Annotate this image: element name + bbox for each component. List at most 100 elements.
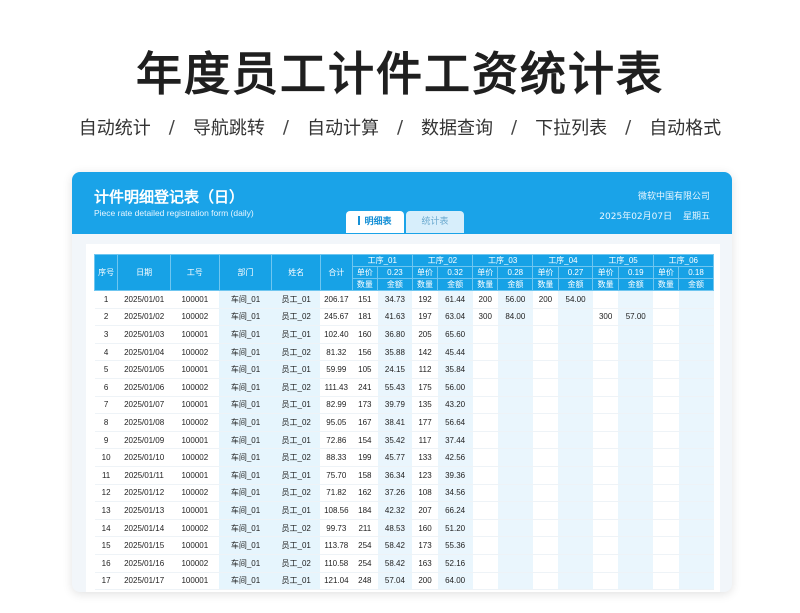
cell-qty[interactable] [532, 554, 559, 573]
cell-seq[interactable]: 16 [94, 554, 118, 573]
cell-amount[interactable]: 45.77 [377, 448, 413, 467]
cell-date[interactable]: 2025/01/12 [117, 484, 171, 503]
cell-amount[interactable] [678, 572, 714, 591]
cell-amount[interactable]: 35.42 [377, 431, 413, 450]
cell-qty[interactable]: 211 [352, 519, 378, 538]
table-row[interactable]: 17 2025/01/17 100001 车间_01 员工_01 121.04 248 57.… [94, 572, 714, 591]
cell-qty[interactable]: 300 [592, 308, 619, 327]
cell-amount[interactable]: 39.79 [377, 396, 413, 415]
cell-amount[interactable] [618, 431, 654, 450]
cell-amount[interactable] [678, 413, 714, 432]
cell-amount[interactable] [497, 360, 533, 379]
cell-amount[interactable]: 38.41 [377, 413, 413, 432]
cell-amount[interactable]: 42.56 [437, 448, 473, 467]
cell-qty[interactable] [592, 396, 619, 415]
cell-qty[interactable]: 135 [412, 396, 438, 415]
cell-name[interactable]: 员工_01 [271, 360, 321, 379]
cell-total[interactable]: 121.04 [320, 572, 353, 591]
cell-date[interactable]: 2025/01/08 [117, 413, 171, 432]
cell-amount[interactable] [618, 378, 654, 397]
cell-amount[interactable]: 64.00 [437, 572, 473, 591]
cell-amount[interactable] [558, 519, 593, 538]
cell-amount[interactable] [678, 360, 714, 379]
cell-date[interactable]: 2025/01/15 [117, 536, 171, 555]
cell-qty[interactable] [532, 413, 559, 432]
cell-qty[interactable] [532, 431, 559, 450]
cell-name[interactable]: 员工_01 [271, 501, 321, 520]
cell-name[interactable]: 员工_02 [271, 343, 321, 362]
cell-amount[interactable]: 24.15 [377, 360, 413, 379]
cell-qty[interactable] [532, 360, 559, 379]
table-row[interactable]: 7 2025/01/07 100001 车间_01 员工_01 82.99 173 39.79… [94, 396, 714, 415]
cell-qty[interactable] [472, 484, 498, 503]
cell-amount[interactable]: 58.42 [377, 536, 413, 555]
cell-amount[interactable] [497, 448, 533, 467]
cell-qty[interactable]: 123 [412, 466, 438, 485]
cell-amount[interactable]: 36.80 [377, 325, 413, 344]
cell-seq[interactable]: 8 [94, 413, 118, 432]
cell-seq[interactable]: 11 [94, 466, 118, 485]
cell-dept[interactable]: 车间_01 [219, 484, 272, 503]
cell-amount[interactable] [618, 519, 654, 538]
cell-qty[interactable] [472, 396, 498, 415]
cell-qty[interactable] [592, 290, 619, 309]
cell-seq[interactable]: 6 [94, 378, 118, 397]
cell-amount[interactable]: 84.00 [497, 308, 533, 327]
cell-total[interactable]: 108.56 [320, 501, 353, 520]
cell-seq[interactable]: 4 [94, 343, 118, 362]
cell-amount[interactable] [558, 378, 593, 397]
cell-date[interactable]: 2025/01/11 [117, 466, 171, 485]
cell-qty[interactable] [653, 325, 679, 344]
cell-id[interactable]: 100001 [170, 325, 220, 344]
cell-amount[interactable] [558, 501, 593, 520]
cell-dept[interactable]: 车间_01 [219, 572, 272, 591]
cell-qty[interactable] [653, 466, 679, 485]
cell-qty[interactable] [653, 501, 679, 520]
cell-amount[interactable] [558, 484, 593, 503]
cell-qty[interactable]: 175 [412, 378, 438, 397]
cell-qty[interactable]: 160 [412, 519, 438, 538]
cell-seq[interactable]: 14 [94, 519, 118, 538]
cell-date[interactable]: 2025/01/10 [117, 448, 171, 467]
cell-name[interactable]: 员工_02 [271, 448, 321, 467]
cell-qty[interactable] [532, 378, 559, 397]
cell-qty[interactable] [653, 413, 679, 432]
cell-date[interactable]: 2025/01/06 [117, 378, 171, 397]
cell-qty[interactable] [592, 325, 619, 344]
cell-qty[interactable] [653, 396, 679, 415]
cell-amount[interactable] [558, 466, 593, 485]
cell-id[interactable]: 100001 [170, 431, 220, 450]
cell-amount[interactable] [558, 396, 593, 415]
cell-id[interactable]: 100001 [170, 396, 220, 415]
cell-amount[interactable] [678, 484, 714, 503]
cell-date[interactable]: 2025/01/04 [117, 343, 171, 362]
cell-qty[interactable] [653, 519, 679, 538]
cell-amount[interactable] [558, 343, 593, 362]
cell-total[interactable]: 81.32 [320, 343, 353, 362]
cell-amount[interactable]: 55.43 [377, 378, 413, 397]
cell-amount[interactable] [678, 396, 714, 415]
cell-qty[interactable] [653, 554, 679, 573]
cell-dept[interactable]: 车间_01 [219, 554, 272, 573]
cell-qty[interactable]: 154 [352, 431, 378, 450]
cell-qty[interactable]: 254 [352, 536, 378, 555]
cell-qty[interactable] [592, 343, 619, 362]
cell-amount[interactable] [618, 413, 654, 432]
cell-amount[interactable]: 56.64 [437, 413, 473, 432]
cell-name[interactable]: 员工_02 [271, 413, 321, 432]
cell-amount[interactable] [558, 360, 593, 379]
cell-name[interactable]: 员工_01 [271, 290, 321, 309]
cell-name[interactable]: 员工_02 [271, 554, 321, 573]
cell-dept[interactable]: 车间_01 [219, 431, 272, 450]
cell-total[interactable]: 82.99 [320, 396, 353, 415]
cell-qty[interactable]: 192 [412, 290, 438, 309]
cell-dept[interactable]: 车间_01 [219, 325, 272, 344]
cell-qty[interactable] [592, 572, 619, 591]
cell-dept[interactable]: 车间_01 [219, 396, 272, 415]
cell-amount[interactable] [618, 325, 654, 344]
cell-date[interactable]: 2025/01/02 [117, 308, 171, 327]
cell-qty[interactable] [472, 519, 498, 538]
cell-amount[interactable]: 34.73 [377, 290, 413, 309]
cell-amount[interactable] [497, 536, 533, 555]
cell-dept[interactable]: 车间_01 [219, 536, 272, 555]
